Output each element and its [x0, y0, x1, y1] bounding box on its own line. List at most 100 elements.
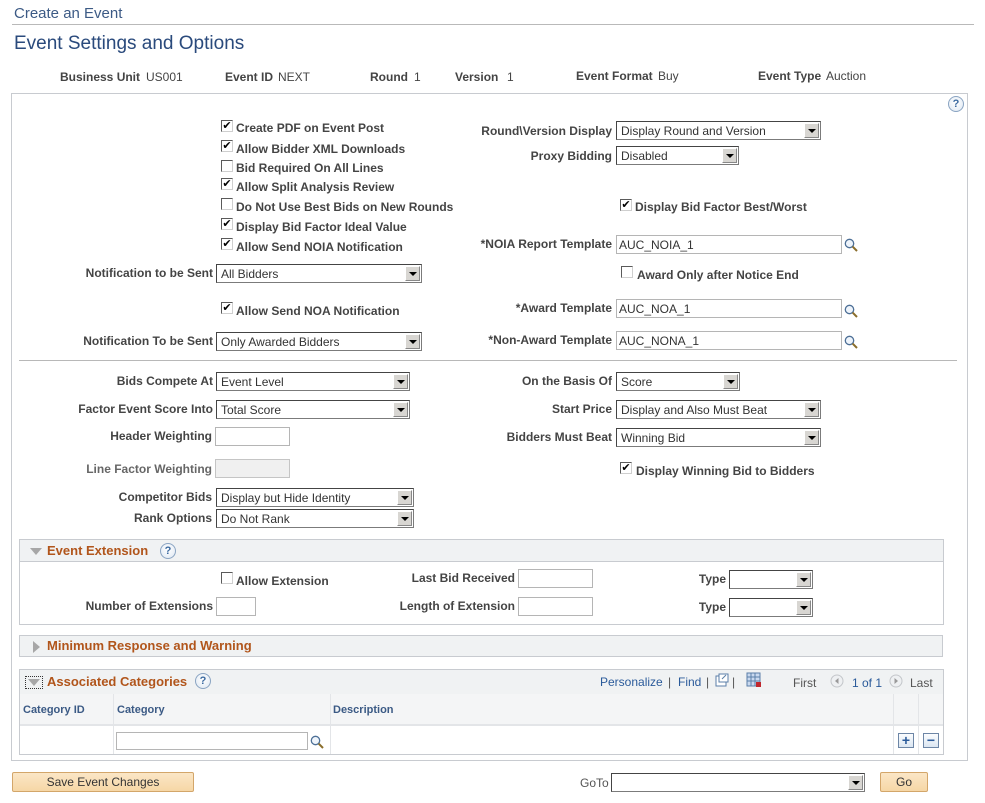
number-of-extensions-label: Number of Extensions — [85, 599, 213, 613]
event-extension-header[interactable]: Event Extension ? — [20, 540, 943, 562]
table-header: Category ID Category Description — [20, 694, 943, 726]
chevron-down-icon — [722, 148, 737, 163]
type-2-select[interactable] — [729, 598, 813, 617]
checkbox[interactable] — [621, 266, 633, 278]
length-of-extension-input[interactable] — [518, 597, 593, 616]
checkbox[interactable]: ✔ — [221, 302, 233, 314]
competitor-bids-select[interactable]: Display but Hide Identity — [216, 488, 414, 507]
checkbox[interactable]: ✔ — [221, 140, 233, 152]
categories-header: Associated Categories ? Personalize | Fi… — [20, 670, 943, 694]
chevron-down-icon — [804, 123, 819, 138]
checkbox[interactable] — [221, 198, 233, 210]
column-header-description[interactable]: Description — [333, 704, 394, 716]
non-award-template-input[interactable]: AUC_NONA_1 — [616, 331, 842, 350]
collapse-icon[interactable] — [25, 676, 43, 689]
notification-to-be-sent-2-select[interactable]: Only Awarded Bidders — [216, 332, 422, 351]
chevron-down-icon — [804, 430, 819, 445]
lookup-icon[interactable] — [844, 304, 858, 318]
line-factor-weighting-input — [215, 459, 290, 478]
non-award-template-label: *Non-Award Template — [488, 333, 612, 347]
breadcrumb: Create an Event — [14, 5, 123, 22]
bids-compete-at-label: Bids Compete At — [116, 374, 213, 388]
factor-event-score-into-select[interactable]: Total Score — [216, 400, 410, 419]
first-label: First — [793, 676, 817, 690]
type-select[interactable] — [729, 570, 813, 589]
help-icon[interactable]: ? — [948, 96, 964, 112]
checkbox[interactable]: ✔ — [620, 462, 632, 474]
divider — [12, 24, 974, 25]
award-template-label: *Award Template — [515, 301, 612, 315]
notification-to-be-sent-2-label: Notification To be Sent — [83, 334, 213, 348]
lookup-icon[interactable] — [310, 735, 324, 749]
type-2-label: Type — [698, 600, 726, 614]
round-version-display-select[interactable]: Display Round and Version — [616, 121, 821, 140]
min-response-section: Minimum Response and Warning — [19, 635, 943, 657]
expand-icon[interactable] — [33, 641, 40, 653]
go-button[interactable]: Go — [880, 772, 928, 792]
download-grid-icon[interactable] — [746, 672, 762, 688]
round-version-display-label: Round\Version Display — [481, 124, 612, 138]
next-icon[interactable] — [889, 674, 903, 688]
checkbox[interactable]: ✔ — [221, 120, 233, 132]
delete-row-button[interactable]: − — [923, 733, 939, 748]
chevron-down-icon — [397, 490, 412, 505]
column-header-category-id[interactable]: Category ID — [23, 704, 85, 716]
lookup-icon[interactable] — [844, 238, 858, 252]
categories-section: Associated Categories ? Personalize | Fi… — [19, 669, 944, 755]
column-header-category[interactable]: Category — [117, 704, 165, 716]
type-label: Type — [698, 572, 726, 586]
version-label: Version — [455, 70, 499, 84]
collapse-icon[interactable] — [30, 548, 42, 555]
header-weighting-input[interactable] — [215, 427, 290, 446]
proxy-bidding-select[interactable]: Disabled — [616, 146, 739, 165]
factor-event-score-into-label: Factor Event Score Into — [78, 402, 213, 416]
chevron-down-icon — [796, 600, 811, 615]
proxy-bidding-label: Proxy Bidding — [530, 149, 612, 163]
chevron-down-icon — [796, 572, 811, 587]
previous-icon[interactable] — [830, 674, 844, 688]
add-row-button[interactable]: + — [898, 733, 914, 748]
checkbox[interactable] — [221, 160, 233, 172]
checkbox[interactable]: ✔ — [221, 238, 233, 250]
help-icon[interactable]: ? — [160, 543, 176, 559]
event-type-value: Auction — [826, 69, 867, 83]
last-bid-received-input[interactable] — [518, 569, 593, 588]
bids-compete-at-select[interactable]: Event Level — [216, 372, 410, 391]
business-unit-value: US001 — [146, 70, 183, 84]
page-title: Event Settings and Options — [14, 33, 245, 54]
number-of-extensions-input[interactable] — [216, 597, 256, 616]
notification-to-be-sent-select[interactable]: All Bidders — [216, 264, 422, 283]
checkbox[interactable]: ✔ — [221, 178, 233, 190]
start-price-select[interactable]: Display and Also Must Beat — [616, 400, 821, 419]
category-input[interactable] — [116, 732, 308, 750]
personalize-link[interactable]: Personalize — [600, 675, 663, 689]
save-event-changes-button[interactable]: Save Event Changes — [12, 772, 194, 792]
award-template-input[interactable]: AUC_NOA_1 — [616, 299, 842, 318]
column-divider — [330, 694, 331, 754]
chevron-down-icon — [804, 402, 819, 417]
on-the-basis-of-select[interactable]: Score — [616, 372, 740, 391]
help-icon[interactable]: ? — [195, 673, 211, 689]
separator: | — [668, 675, 672, 689]
noia-report-template-input[interactable]: AUC_NOIA_1 — [616, 235, 842, 254]
section-divider — [19, 360, 957, 361]
rank-options-label: Rank Options — [133, 511, 212, 525]
checkbox[interactable]: ✔ — [221, 218, 233, 230]
event-id-label: Event ID — [225, 70, 274, 84]
chevron-down-icon — [405, 266, 420, 281]
min-response-header[interactable]: Minimum Response and Warning — [20, 636, 942, 656]
page-indicator: 1 of 1 — [852, 676, 883, 690]
checkbox[interactable]: ✔ — [620, 199, 632, 211]
start-price-label: Start Price — [551, 402, 612, 416]
header-weighting-label: Header Weighting — [110, 429, 212, 443]
round-label: Round — [370, 70, 408, 84]
find-link[interactable]: Find — [678, 675, 701, 689]
bidders-must-beat-select[interactable]: Winning Bid — [616, 428, 821, 447]
chevron-down-icon — [723, 374, 738, 389]
goto-select[interactable] — [611, 773, 865, 792]
new-window-icon[interactable] — [715, 673, 729, 687]
lookup-icon[interactable] — [844, 335, 858, 349]
checkbox[interactable] — [221, 572, 233, 584]
event-format-value: Buy — [658, 69, 679, 83]
rank-options-select[interactable]: Do Not Rank — [216, 509, 414, 528]
